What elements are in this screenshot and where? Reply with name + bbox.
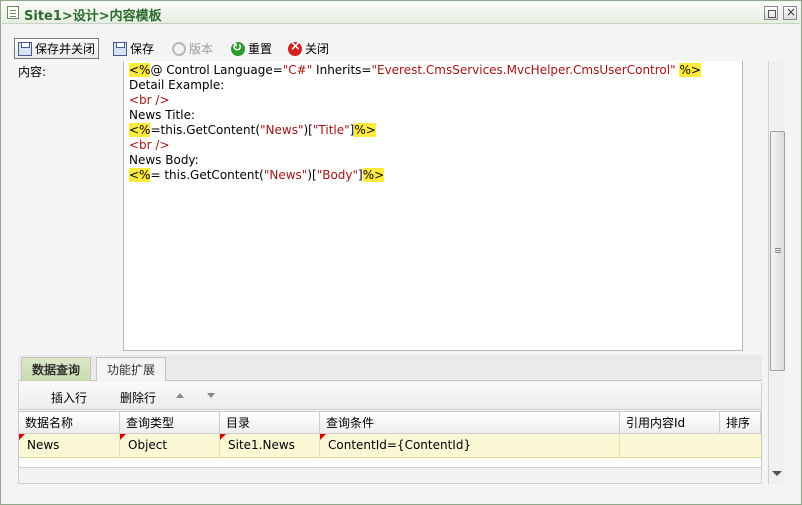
table-cell[interactable]: Site1.News — [220, 434, 320, 457]
close-button[interactable]: 关闭 — [288, 38, 329, 59]
grid-toolbar: 插入行 删除行 — [18, 382, 762, 410]
table-cell[interactable]: Object — [120, 434, 220, 457]
table-cell[interactable]: ContentId={ContentId} — [320, 434, 620, 457]
code-line: News Title: — [129, 108, 195, 122]
table-cell[interactable]: News — [19, 434, 120, 457]
column-header[interactable]: 排序 — [720, 412, 761, 434]
code-line: <%@ Control Language="C#" Inherits="Ever… — [129, 63, 701, 77]
close-icon — [288, 39, 302, 56]
title-bar: Site1>设计>内容模板 — [2, 2, 800, 24]
save-button[interactable]: 保存 — [113, 38, 154, 59]
code-line: <%=this.GetContent("News")["Title"]%> — [129, 123, 376, 137]
restore-window-button[interactable] — [764, 6, 778, 20]
column-header[interactable]: 数据名称 — [19, 412, 120, 434]
insert-row-button[interactable]: 插入行 — [51, 389, 87, 406]
toolbar: 保存并关闭 保存 版本 重置 关闭 — [2, 35, 800, 61]
code-line: <br /> — [129, 93, 170, 107]
delete-row-button[interactable]: 删除行 — [120, 389, 156, 406]
column-header[interactable]: 查询类型 — [120, 412, 220, 434]
code-line: <br /> — [129, 138, 170, 152]
scrollbar-thumb[interactable] — [770, 131, 785, 371]
scroll-down-icon[interactable] — [772, 471, 782, 476]
reset-button[interactable]: 重置 — [231, 38, 272, 59]
move-up-icon[interactable] — [176, 393, 184, 398]
close-window-button[interactable] — [783, 5, 797, 20]
code-line: <%= this.GetContent("News")["Body"]%> — [129, 168, 385, 182]
code-line: News Body: — [129, 153, 199, 167]
save-icon — [113, 41, 127, 56]
column-header[interactable]: 查询条件 — [320, 412, 620, 434]
content-label: 内容: — [18, 65, 47, 79]
save-icon — [18, 41, 32, 56]
save-and-close-button[interactable]: 保存并关闭 — [14, 38, 100, 59]
window-title: Site1>设计>内容模板 — [24, 9, 162, 24]
tab-data-query[interactable]: 数据查询 — [21, 357, 92, 381]
move-down-icon[interactable] — [207, 393, 215, 398]
version-icon — [172, 41, 186, 56]
content-editor[interactable]: <%@ Control Language="C#" Inherits="Ever… — [123, 61, 743, 351]
document-icon — [7, 6, 19, 19]
horizontal-scrollbar[interactable] — [18, 467, 762, 484]
dialog-window: Site1>设计>内容模板 保存并关闭 保存 版本 重置 关闭 内容: <%@ … — [0, 0, 802, 505]
vertical-scrollbar[interactable] — [768, 61, 785, 484]
column-header[interactable]: 引用内容Id — [620, 412, 720, 434]
code-line: Detail Example: — [129, 78, 225, 92]
version-button[interactable]: 版本 — [172, 38, 213, 59]
reset-icon — [231, 40, 245, 56]
table-row[interactable]: News Object Site1.News ContentId={Conten… — [19, 434, 761, 458]
column-header[interactable]: 目录 — [220, 412, 320, 434]
tab-strip: 数据查询 功能扩展 — [18, 355, 762, 381]
tab-extension[interactable]: 功能扩展 — [96, 357, 167, 381]
